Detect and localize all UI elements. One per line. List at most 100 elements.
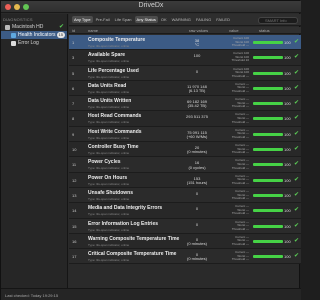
raw-value: 69 182 169 (35.42 TB) [186, 99, 208, 109]
health-percent: 100 [284, 116, 291, 122]
indicator-table: 1 Composite Temperature Type: life-span in… [69, 35, 301, 288]
table-row[interactable]: 8 Host Read Commands Type: life-span indic… [69, 111, 301, 127]
filter-warning[interactable]: WARNING [170, 16, 193, 23]
health-bar [253, 209, 283, 213]
indicator-name: Host Write Commands [88, 128, 142, 135]
table-row[interactable]: 3 Available Spare Type: life-span indicato… [69, 50, 301, 66]
row-id: 1 [72, 40, 75, 45]
ok-check-icon: ✔ [294, 100, 300, 107]
value-thresholds: Current --- Worst --- Threshold --- [231, 234, 249, 247]
column-header-id[interactable]: id [72, 28, 75, 33]
filter-failing[interactable]: FAILING [194, 16, 213, 23]
raw-value: 0 (0 minutes) [186, 252, 207, 262]
health-bar [253, 56, 283, 60]
sidebar-item-label: Macintosh HD [12, 24, 44, 30]
column-header-name[interactable]: name [88, 28, 98, 33]
status-text: Last checked: Today 19:29:15 [5, 293, 59, 298]
filter-pre-fail[interactable]: Pre-Fail [94, 16, 112, 23]
table-row[interactable]: 15 Error Information Log Entries Type: lif… [69, 218, 301, 234]
filter-ok[interactable]: OK [159, 16, 169, 23]
window-title: DriveDx [138, 2, 164, 9]
table-row[interactable]: 10 Controller Busy Time Type: life-span in… [69, 142, 301, 158]
indicator-description: Type: life-span indicator, online [88, 212, 130, 217]
document-icon [11, 40, 16, 46]
table-row[interactable]: 17 Critical Composite Temperature Time Typ… [69, 249, 301, 265]
raw-value: 38 °C [194, 38, 200, 48]
table-row[interactable]: 9 Host Write Commands Type: life-span indi… [69, 126, 301, 143]
ok-check-icon: ✔ [294, 69, 300, 76]
raw-value: 16 (0 cycles) [188, 160, 206, 170]
ok-check-icon: ✔ [294, 207, 300, 214]
indicator-name: Controller Busy Time [88, 144, 139, 151]
health-bar [253, 239, 283, 243]
raw-value: 75 091 115 (+60 W/Ms) [186, 129, 208, 139]
health-bar [253, 193, 283, 197]
health-bar-fill [253, 56, 283, 60]
health-bar-fill [253, 132, 283, 136]
table-row[interactable]: 13 Unsafe Shutdowns Type: life-span indica… [69, 187, 301, 204]
health-bar-fill [253, 41, 283, 44]
ok-check-icon: ✔ [294, 191, 300, 198]
table-row[interactable]: 11 Power Cycles Type: life-span indicator,… [69, 157, 301, 173]
row-id: 9 [72, 131, 75, 137]
indicator-name: Unsafe Shutdowns [88, 189, 134, 196]
value-thresholds: Current --- Worst --- Threshold --- [231, 250, 249, 262]
row-id: 16 [72, 238, 77, 244]
sidebar-item-label: Error Log [18, 40, 39, 46]
row-id: 14 [72, 208, 77, 214]
health-bar-fill [253, 178, 283, 182]
row-id: 3 [72, 55, 75, 61]
table-row[interactable]: 1 Composite Temperature Type: life-span in… [69, 35, 301, 51]
column-header-status[interactable]: status [259, 28, 270, 33]
health-bar [253, 148, 283, 152]
health-bar-fill [253, 255, 283, 259]
sidebar-item-macintosh-hd[interactable]: Macintosh HD ✔ [1, 23, 67, 31]
health-percent: 100 [284, 55, 291, 61]
value-thresholds: Current --- Worst --- Threshold --- [231, 173, 249, 185]
filter-any-type[interactable]: Any Type [72, 16, 93, 23]
health-bar-fill [253, 102, 283, 106]
table-row[interactable]: 7 Data Units Written Type: life-span indic… [69, 96, 301, 112]
health-percent: 100 [284, 70, 291, 76]
indicator-name: Media and Data Integrity Errors [88, 205, 163, 212]
health-bar-fill [253, 117, 283, 121]
health-bar-fill [253, 86, 283, 90]
value-thresholds: Current --- Worst --- Threshold --- [231, 97, 249, 109]
table-header: id name raw values value status [69, 27, 301, 34]
row-id: 15 [72, 223, 77, 229]
indicator-description: Type: life-span indicator, online [88, 120, 130, 125]
check-icon: ✔ [58, 24, 64, 30]
indicator-name: Life Percentage Used [88, 67, 139, 74]
raw-value: 0 [195, 68, 199, 74]
count-badge: 15 [56, 32, 65, 38]
health-bar-fill [253, 163, 283, 167]
filter-life-span[interactable]: Life Span [113, 16, 134, 23]
indicator-description: Type: life-span indicator, online [88, 59, 130, 64]
table-row[interactable]: 16 Warning Composite Temperature Time Type… [69, 233, 301, 250]
filter-any-status[interactable]: Any Status [134, 16, 158, 23]
column-header-value[interactable]: value [229, 28, 239, 33]
raw-value: 11 970 148 (6.13 TB) [187, 83, 207, 94]
disk-icon [5, 24, 10, 30]
table-row[interactable]: 5 Life Percentage Used Type: life-span ind… [69, 65, 301, 81]
indicator-description: Type: life-span indicator, online [88, 258, 130, 263]
row-id: 17 [72, 254, 77, 260]
health-percent: 100 [284, 192, 291, 198]
sidebar-item-health-indicators[interactable]: Health Indicators 15 [1, 31, 67, 39]
ok-check-icon: ✔ [294, 130, 300, 137]
table-row[interactable]: 12 Power On Hours Type: life-span indicato… [69, 172, 301, 188]
indicator-description: Type: life-span indicator, online [88, 196, 130, 201]
filter-failed[interactable]: FAILED [214, 16, 232, 23]
raw-value: 0 [195, 206, 199, 212]
sidebar-item-label: Health Indicators [18, 32, 56, 38]
app-window: DriveDx DIAGNOSTICS Macintosh HD ✔ Healt… [0, 0, 301, 300]
indicator-name: Data Units Read [88, 82, 127, 89]
indicator-name: Available Spare [88, 52, 126, 59]
sidebar-item-error-log[interactable]: Error Log [1, 39, 67, 47]
ok-check-icon: ✔ [294, 161, 300, 168]
table-row[interactable]: 6 Data Units Read Type: life-span indicato… [69, 80, 301, 97]
table-row[interactable]: 14 Media and Data Integrity Errors Type: l… [69, 203, 301, 219]
column-header-raw[interactable]: raw values [189, 28, 208, 33]
indicator-description: Type: life-span indicator, online [88, 181, 130, 186]
search-input[interactable] [258, 17, 298, 24]
